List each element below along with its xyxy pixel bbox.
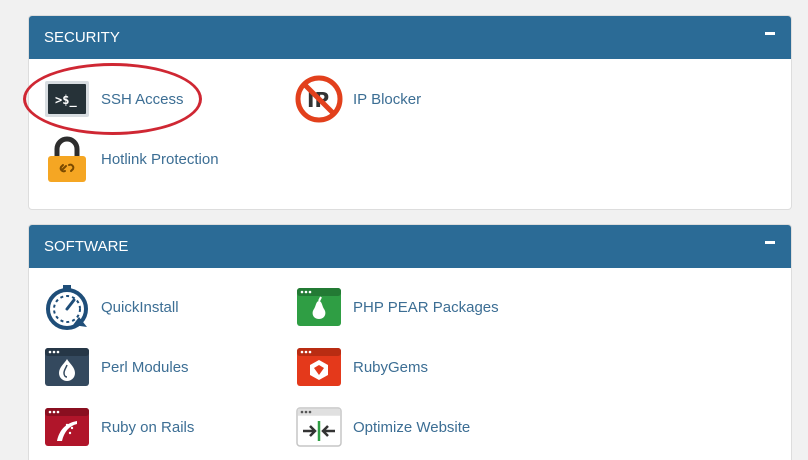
stopwatch-icon <box>43 283 91 331</box>
svg-text:>$_: >$_ <box>55 93 77 108</box>
collapse-icon[interactable] <box>765 241 775 244</box>
ssh-access-label: SSH Access <box>101 90 184 108</box>
collapse-icon[interactable] <box>765 32 775 35</box>
php-pear-packages-link[interactable]: PHP PEAR Packages <box>295 282 499 332</box>
rubygems-label: RubyGems <box>353 358 429 376</box>
ip-blocker-label: IP Blocker <box>353 90 422 108</box>
rubygems-link[interactable]: RubyGems <box>295 342 428 392</box>
software-title: SOFTWARE <box>44 238 129 255</box>
ruby-on-rails-link[interactable]: Ruby on Rails <box>43 402 194 452</box>
php-pear-packages-label: PHP PEAR Packages <box>353 298 499 316</box>
hotlink-protection-link[interactable]: Hotlink Protection <box>43 134 219 184</box>
ip-blocker-link[interactable]: IP IP Blocker <box>295 74 421 124</box>
padlock-icon <box>43 135 91 183</box>
ip-blocker-icon: IP <box>295 75 343 123</box>
security-panel: SECURITY >$_ SSH Access IP IP Blocker <box>28 15 792 210</box>
optimize-website-link[interactable]: Optimize Website <box>295 402 470 452</box>
optimize-arrows-icon <box>295 403 343 451</box>
optimize-website-label: Optimize Website <box>353 418 471 436</box>
security-header[interactable]: SECURITY <box>29 16 791 59</box>
software-panel: SOFTWARE QuickInstall PHP PEAR Packages … <box>28 224 792 460</box>
perl-modules-link[interactable]: Perl Modules <box>43 342 189 392</box>
perl-onion-icon <box>43 343 91 391</box>
perl-modules-label: Perl Modules <box>101 358 189 376</box>
ruby-on-rails-label: Ruby on Rails <box>101 418 195 436</box>
quickinstall-label: QuickInstall <box>101 298 179 316</box>
ruby-gem-icon <box>295 343 343 391</box>
ruby-rails-icon <box>43 403 91 451</box>
security-title: SECURITY <box>44 29 120 46</box>
software-header[interactable]: SOFTWARE <box>29 225 791 268</box>
terminal-icon: >$_ <box>43 75 91 123</box>
ssh-access-link[interactable]: >$_ SSH Access <box>43 74 184 124</box>
hotlink-protection-label: Hotlink Protection <box>101 150 219 168</box>
quickinstall-link[interactable]: QuickInstall <box>43 282 179 332</box>
php-pear-icon <box>295 283 343 331</box>
